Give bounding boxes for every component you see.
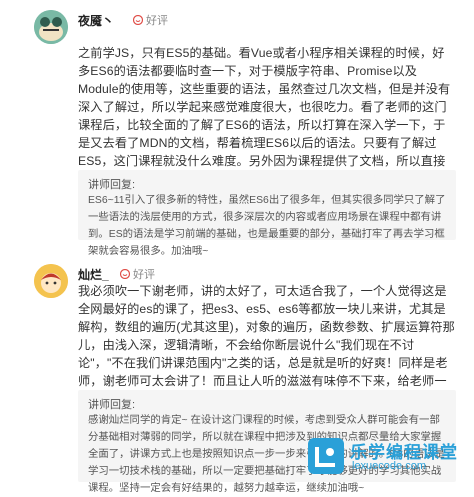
- reply-text: ES6~11引入了很多新的特性，虽然ES6出了很多年，但其实很多同学只了解了一些…: [88, 195, 446, 257]
- avatar[interactable]: [34, 10, 68, 44]
- rating-badge: 好评: [132, 12, 168, 28]
- username[interactable]: 灿烂_: [78, 266, 109, 283]
- rating-icon: [132, 14, 144, 26]
- character-avatar-icon: [34, 264, 68, 298]
- rating-label: 好评: [146, 15, 168, 27]
- rating-label: 好评: [133, 269, 155, 281]
- rating-icon: [119, 268, 131, 280]
- animal-avatar-icon: [34, 10, 68, 44]
- instructor-reply: 讲师回复: ES6~11引入了很多新的特性，虽然ES6出了很多年，但其实很多同学…: [78, 170, 456, 257]
- rating-badge: 好评: [119, 266, 155, 282]
- avatar[interactable]: [34, 264, 68, 298]
- lexue-logo-icon: [308, 438, 344, 474]
- comment-item: 夜魇丶 好评 之前学JS，只有ES5的基础。看Vue或者小程序相关课程的时候，好…: [0, 0, 474, 257]
- watermark-url: lexuecode.com: [352, 460, 426, 472]
- username[interactable]: 夜魇丶: [78, 12, 114, 29]
- reply-title: 讲师回复:: [88, 399, 136, 411]
- reply-title: 讲师回复:: [88, 179, 136, 191]
- site-watermark: 乐学编程课堂 lexuecode.com: [304, 436, 468, 478]
